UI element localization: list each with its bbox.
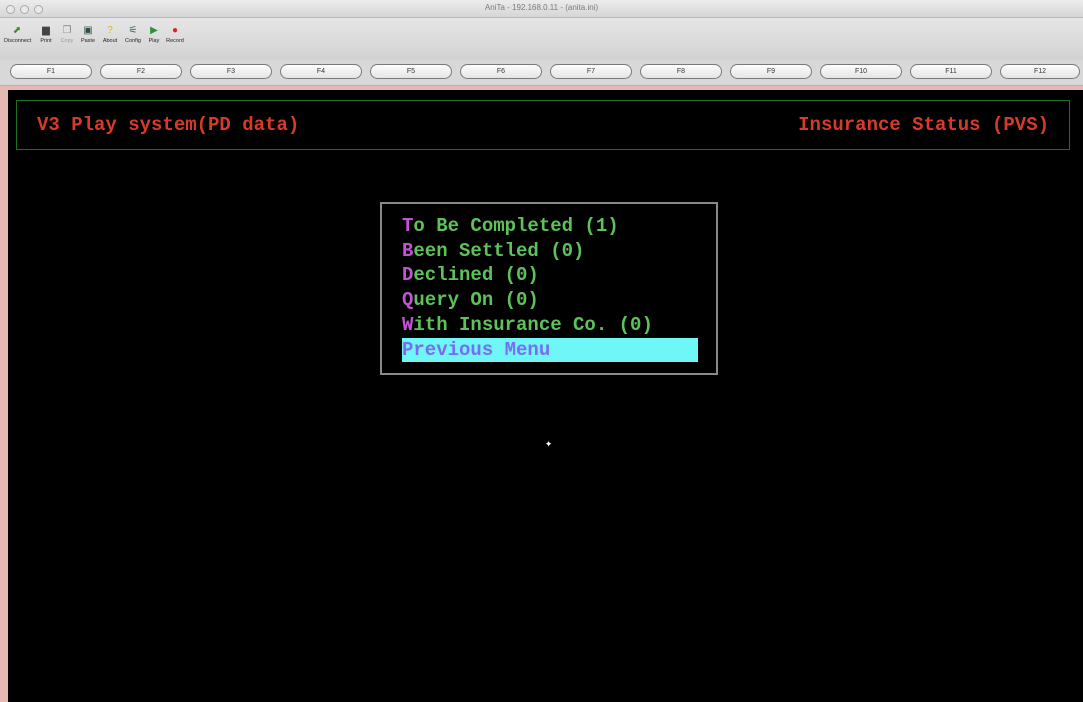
f1-key-button[interactable]: F1 [10, 64, 92, 79]
f9-key-button[interactable]: F9 [730, 64, 812, 79]
function-key-bar: F1 F2 F3 F4 F5 F6 F7 F8 F9 F10 F11 F12 [0, 60, 1083, 86]
f5-key-button[interactable]: F5 [370, 64, 452, 79]
terminal-frame: V3 Play system(PD data) Insurance Status… [0, 86, 1083, 702]
menu-item-query-on[interactable]: Query On (0) [402, 288, 539, 312]
menu-hotkey: T [402, 215, 414, 237]
disconnect-button[interactable]: ⬈ Disconnect [4, 24, 31, 50]
record-button[interactable]: ● Record [162, 24, 188, 50]
mouse-cursor-icon: ✦ [545, 437, 553, 451]
menu-item-label: een Settled (0) [413, 240, 585, 262]
terminal-screen[interactable]: V3 Play system(PD data) Insurance Status… [8, 90, 1083, 702]
menu-item-label: eclined (0) [413, 264, 539, 286]
disconnect-icon: ⬈ [12, 25, 22, 36]
terminal-header: V3 Play system(PD data) Insurance Status… [16, 100, 1070, 150]
system-title: V3 Play system(PD data) [37, 114, 300, 136]
window-titlebar: AniTa - 192.168.0.11 - (anita.ini) [0, 0, 1083, 18]
menu-item-with-insurance-co[interactable]: With Insurance Co. (0) [402, 313, 653, 337]
menu-hotkey: Q [402, 289, 414, 311]
f12-key-button[interactable]: F12 [1000, 64, 1080, 79]
f6-key-button[interactable]: F6 [460, 64, 542, 79]
menu-hotkey: B [402, 240, 414, 262]
status-menu: To Be Completed (1) Been Settled (0) Dec… [380, 202, 718, 375]
window-title: AniTa - 192.168.0.11 - (anita.ini) [484, 3, 599, 12]
menu-hotkey: W [402, 314, 414, 336]
menu-item-label: uery On (0) [413, 289, 539, 311]
f4-key-button[interactable]: F4 [280, 64, 362, 79]
f10-key-button[interactable]: F10 [820, 64, 902, 79]
f8-key-button[interactable]: F8 [640, 64, 722, 79]
record-icon: ● [171, 25, 179, 36]
menu-item-label: ith Insurance Co. (0) [413, 314, 653, 336]
screen-title: Insurance Status (PVS) [798, 114, 1049, 136]
menu-item-label: o Be Completed (1) [413, 215, 619, 237]
menu-item-to-be-completed[interactable]: To Be Completed (1) [402, 214, 619, 238]
f11-key-button[interactable]: F11 [910, 64, 992, 79]
toolbar: ⬈ Disconnect ▆ Print ❐ Copy ▣ Paste ? Ab… [0, 18, 1083, 60]
menu-item-declined[interactable]: Declined (0) [402, 263, 539, 287]
menu-hotkey: D [402, 264, 414, 286]
f2-key-button[interactable]: F2 [100, 64, 182, 79]
f3-key-button[interactable]: F3 [190, 64, 272, 79]
menu-item-been-settled[interactable]: Been Settled (0) [402, 239, 584, 263]
menu-item-previous-menu[interactable]: Previous Menu [402, 338, 698, 362]
f7-key-button[interactable]: F7 [550, 64, 632, 79]
